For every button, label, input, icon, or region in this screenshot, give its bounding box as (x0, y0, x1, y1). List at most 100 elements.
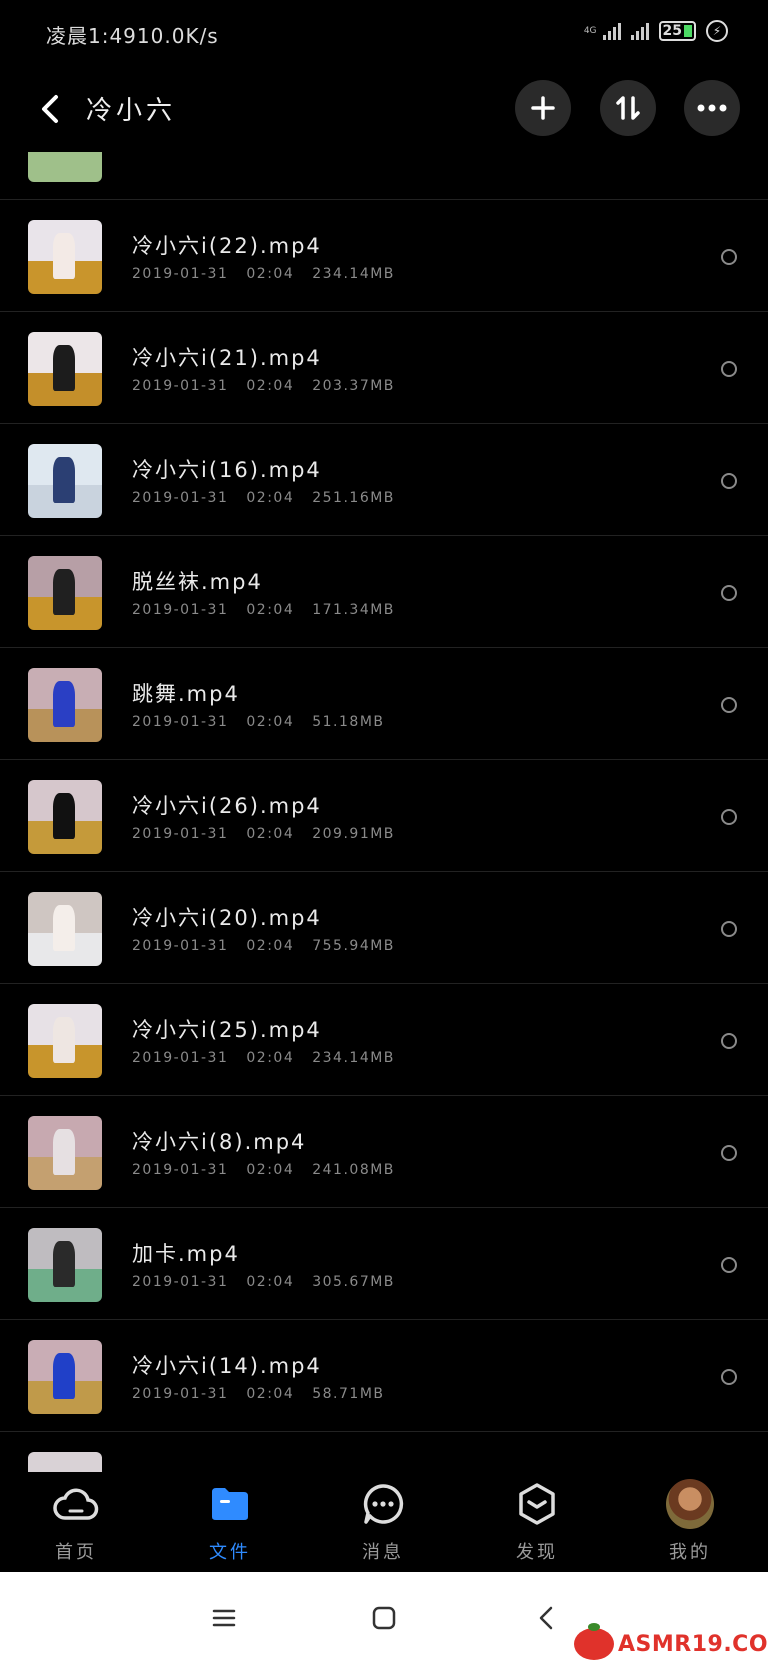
file-size: 209.91MB (312, 826, 395, 842)
nav-profile[interactable]: 我的 (640, 1479, 740, 1572)
file-time: 02:04 (246, 378, 295, 394)
sort-button[interactable] (600, 80, 656, 136)
charging-icon: ⚡ (706, 20, 728, 42)
watermark: ASMR19.COM (574, 1623, 768, 1660)
home-square-icon (372, 1606, 396, 1630)
select-radio[interactable] (721, 473, 737, 489)
file-name: 冷小六i(8).mp4 (132, 1130, 307, 1154)
list-item-partial[interactable] (0, 152, 768, 200)
select-radio[interactable] (721, 585, 737, 601)
list-item[interactable]: 冷小六i(21).mp4 2019-01-31 02:04 203.37MB (0, 312, 768, 424)
video-thumbnail (28, 220, 102, 294)
list-item[interactable]: 冷小六i(14).mp4 2019-01-31 02:04 58.71MB (0, 1320, 768, 1432)
file-date: 2019-01-31 (132, 714, 229, 730)
file-list[interactable]: 冷小六i(22).mp4 2019-01-31 02:04 234.14MB 冷小六i(… (0, 152, 768, 1472)
menu-icon (212, 1609, 236, 1627)
file-time: 02:04 (246, 1386, 295, 1402)
file-meta: 2019-01-31 02:04 755.94MB (132, 938, 413, 954)
file-size: 58.71MB (312, 1386, 385, 1402)
network-speed: 10.0K/s (136, 24, 219, 48)
select-radio[interactable] (721, 249, 737, 265)
discover-icon (519, 1483, 555, 1525)
nav-discover[interactable]: 发现 (487, 1480, 587, 1572)
video-thumbnail (28, 444, 102, 518)
more-button[interactable] (684, 80, 740, 136)
back-button[interactable] (30, 84, 70, 134)
file-time: 02:04 (246, 1162, 295, 1178)
status-time: 凌晨1:4910.0K/s (46, 20, 219, 49)
list-item[interactable]: 冷小六i(22).mp4 2019-01-31 02:04 234.14MB (0, 200, 768, 312)
file-date: 2019-01-31 (132, 1386, 229, 1402)
list-item[interactable]: 冷小六i(26).mp4 2019-01-31 02:04 209.91MB (0, 760, 768, 872)
file-meta: 2019-01-31 02:04 209.91MB (132, 826, 413, 842)
file-meta: 2019-01-31 02:04 171.34MB (132, 602, 413, 618)
list-item[interactable]: 跳舞.mp4 2019-01-31 02:04 51.18MB (0, 648, 768, 760)
file-size: 234.14MB (312, 266, 395, 282)
watermark-text: ASMR19.COM (618, 1631, 768, 1657)
list-item[interactable]: 冷小六i(25).mp4 2019-01-31 02:04 234.14MB (0, 984, 768, 1096)
network-type: 4G (583, 26, 597, 36)
nav-profile-label: 我的 (669, 1542, 711, 1563)
file-size: 203.37MB (312, 378, 395, 394)
cloud-icon (53, 1488, 99, 1520)
video-thumbnail (28, 152, 102, 182)
video-thumbnail (28, 556, 102, 630)
file-time: 02:04 (246, 1050, 295, 1066)
battery-level: 25 (662, 23, 682, 39)
file-name: 冷小六i(26).mp4 (132, 794, 322, 818)
add-button[interactable] (515, 80, 571, 136)
file-time: 02:04 (246, 714, 295, 730)
list-item[interactable]: 脱丝袜.mp4 2019-01-31 02:04 171.34MB (0, 536, 768, 648)
status-indicators: 4G 25 ⚡ (584, 20, 728, 42)
file-time: 02:04 (246, 490, 295, 506)
more-icon (697, 104, 727, 112)
system-back-button[interactable] (526, 1598, 566, 1638)
nav-files[interactable]: 文件 (180, 1480, 280, 1572)
bottom-nav: 首页 文件 消息 发现 我的 (0, 1472, 768, 1572)
file-date: 2019-01-31 (132, 938, 229, 954)
select-radio[interactable] (721, 1369, 737, 1385)
file-time: 02:04 (246, 1274, 295, 1290)
list-item-partial[interactable] (0, 1432, 768, 1472)
chevron-left-icon (42, 95, 58, 123)
video-thumbnail (28, 1452, 102, 1472)
nav-messages[interactable]: 消息 (333, 1480, 433, 1572)
system-home-button[interactable] (364, 1598, 404, 1638)
file-name: 冷小六i(22).mp4 (132, 234, 322, 258)
back-triangle-icon (539, 1606, 553, 1630)
select-radio[interactable] (721, 1145, 737, 1161)
list-item[interactable]: 加卡.mp4 2019-01-31 02:04 305.67MB (0, 1208, 768, 1320)
file-meta: 2019-01-31 02:04 234.14MB (132, 266, 413, 282)
file-date: 2019-01-31 (132, 602, 229, 618)
select-radio[interactable] (721, 361, 737, 377)
file-date: 2019-01-31 (132, 266, 229, 282)
select-radio[interactable] (721, 809, 737, 825)
list-item[interactable]: 冷小六i(16).mp4 2019-01-31 02:04 251.16MB (0, 424, 768, 536)
system-menu-button[interactable] (204, 1598, 244, 1638)
file-size: 51.18MB (312, 714, 385, 730)
file-name: 冷小六i(14).mp4 (132, 1354, 322, 1378)
select-radio[interactable] (721, 1257, 737, 1273)
file-size: 305.67MB (312, 1274, 395, 1290)
nav-home[interactable]: 首页 (26, 1480, 126, 1572)
file-name: 冷小六i(16).mp4 (132, 458, 322, 482)
file-meta: 2019-01-31 02:04 241.08MB (132, 1162, 413, 1178)
avatar (666, 1479, 714, 1529)
signal-icon (602, 22, 621, 40)
clock-text: 凌晨1:49 (46, 24, 137, 48)
list-item[interactable]: 冷小六i(20).mp4 2019-01-31 02:04 755.94MB (0, 872, 768, 984)
file-date: 2019-01-31 (132, 826, 229, 842)
select-radio[interactable] (721, 1033, 737, 1049)
nav-home-label: 首页 (55, 1542, 97, 1563)
list-item[interactable]: 冷小六i(8).mp4 2019-01-31 02:04 241.08MB (0, 1096, 768, 1208)
select-radio[interactable] (721, 921, 737, 937)
status-bar: 凌晨1:4910.0K/s 4G 25 ⚡ (0, 0, 768, 66)
file-size: 241.08MB (312, 1162, 395, 1178)
file-meta: 2019-01-31 02:04 251.16MB (132, 490, 413, 506)
signal-icon-2 (630, 22, 649, 40)
video-thumbnail (28, 1340, 102, 1414)
file-name: 脱丝袜.mp4 (132, 570, 263, 594)
file-time: 02:04 (246, 266, 295, 282)
select-radio[interactable] (721, 697, 737, 713)
file-name: 加卡.mp4 (132, 1242, 240, 1266)
